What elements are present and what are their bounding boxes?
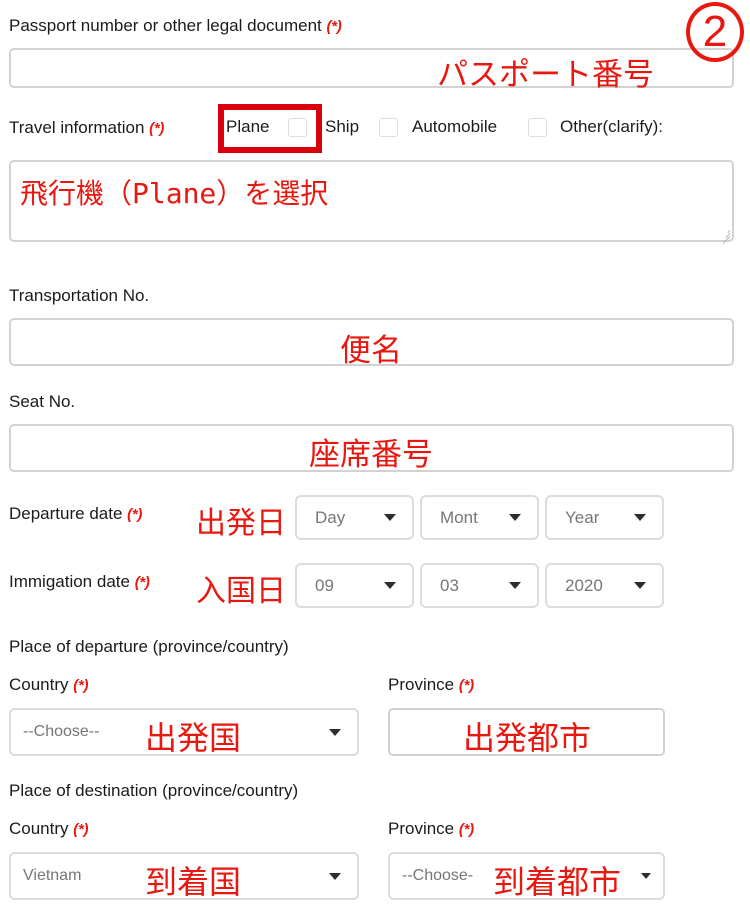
transportation-input[interactable]: [9, 318, 734, 366]
departure-year-value: Year: [565, 507, 600, 527]
immigration-date-required-mark: (*): [134, 574, 150, 591]
travel-information-label: Travel information (*): [9, 118, 164, 138]
destination-province-required-mark: (*): [458, 821, 474, 838]
immigration-month-select[interactable]: 03: [420, 563, 539, 608]
travel-other-textarea[interactable]: [9, 160, 734, 242]
place-of-destination-heading: Place of destination (province/country): [9, 781, 299, 800]
seat-input[interactable]: [9, 424, 734, 472]
destination-province-label: Province (*): [388, 819, 474, 839]
immigration-date-label: Immigation date (*): [9, 572, 150, 592]
seat-label: Seat No.: [9, 392, 76, 411]
seat-input-wrap: [9, 424, 734, 472]
travel-other-textarea-wrap: [9, 160, 734, 244]
immigration-year-value: 2020: [565, 575, 603, 595]
passport-required-mark: (*): [326, 18, 342, 35]
chevron-down-icon: [634, 582, 646, 589]
annotation-immigration-date: 入国日: [196, 574, 286, 609]
destination-country-value: Vietnam: [23, 867, 82, 884]
departure-month-value: Month: [440, 507, 478, 527]
immigration-month-value: 03: [440, 575, 459, 595]
place-of-departure-heading: Place of departure (province/country): [9, 637, 289, 656]
chevron-down-icon: [329, 872, 341, 880]
destination-province-select[interactable]: --Choose-: [388, 852, 665, 900]
travel-option-ship-checkbox[interactable]: [379, 118, 398, 137]
travel-option-plane-checkbox[interactable]: [288, 118, 307, 137]
destination-country-select[interactable]: Vietnam: [9, 852, 359, 900]
destination-country-label: Country (*): [9, 819, 89, 839]
departure-year-select[interactable]: Year: [545, 495, 664, 540]
immigration-date-label-text: Immigation date: [9, 572, 130, 591]
departure-date-label-text: Departure date: [9, 504, 123, 523]
chevron-down-icon: [329, 728, 341, 736]
chevron-down-icon: [384, 582, 396, 589]
departure-country-required-mark: (*): [73, 677, 89, 694]
travel-information-required-mark: (*): [149, 120, 165, 137]
passport-label-text: Passport number or other legal document: [9, 16, 322, 35]
departure-province-label-text: Province: [388, 675, 455, 694]
destination-country-label-text: Country: [9, 819, 69, 838]
travel-option-other-label: Other(clarify):: [560, 117, 663, 136]
departure-country-select[interactable]: --Choose--: [9, 708, 359, 756]
departure-province-required-mark: (*): [458, 677, 474, 694]
transportation-input-wrap: [9, 318, 734, 366]
travel-option-automobile-label: Automobile: [412, 117, 498, 136]
transportation-label: Transportation No.: [9, 286, 150, 305]
chevron-down-icon: [641, 873, 651, 879]
departure-province-label: Province (*): [388, 675, 474, 695]
destination-province-label-text: Province: [388, 819, 455, 838]
departure-date-label: Departure date (*): [9, 504, 142, 524]
immigration-day-select[interactable]: 09: [295, 563, 414, 608]
departure-country-value: --Choose--: [23, 723, 100, 740]
departure-country-label-text: Country: [9, 675, 69, 694]
chevron-down-icon: [509, 582, 521, 589]
chevron-down-icon: [384, 514, 396, 521]
departure-day-select[interactable]: Day: [295, 495, 414, 540]
travel-information-label-text: Travel information: [9, 118, 145, 137]
departure-country-label: Country (*): [9, 675, 89, 695]
departure-month-select[interactable]: Month: [420, 495, 539, 540]
departure-province-input-wrap: [388, 708, 665, 756]
departure-province-input[interactable]: [388, 708, 665, 756]
immigration-year-select[interactable]: 2020: [545, 563, 664, 608]
passport-input[interactable]: [9, 48, 734, 88]
immigration-day-value: 09: [315, 575, 334, 595]
passport-input-wrap: [9, 48, 734, 88]
travel-option-plane-label: Plane: [226, 117, 270, 136]
chevron-down-icon: [634, 514, 646, 521]
departure-day-value: Day: [315, 507, 346, 527]
annotation-departure-date: 出発日: [196, 506, 286, 541]
destination-province-value: --Choose-: [402, 867, 474, 884]
passport-label: Passport number or other legal document …: [9, 16, 342, 36]
destination-country-required-mark: (*): [73, 821, 89, 838]
travel-option-automobile-checkbox[interactable]: [528, 118, 547, 137]
immigration-form-page: Passport number or other legal document …: [0, 0, 750, 910]
departure-date-required-mark: (*): [127, 506, 143, 523]
chevron-down-icon: [509, 514, 521, 521]
travel-option-ship-label: Ship: [325, 117, 360, 136]
